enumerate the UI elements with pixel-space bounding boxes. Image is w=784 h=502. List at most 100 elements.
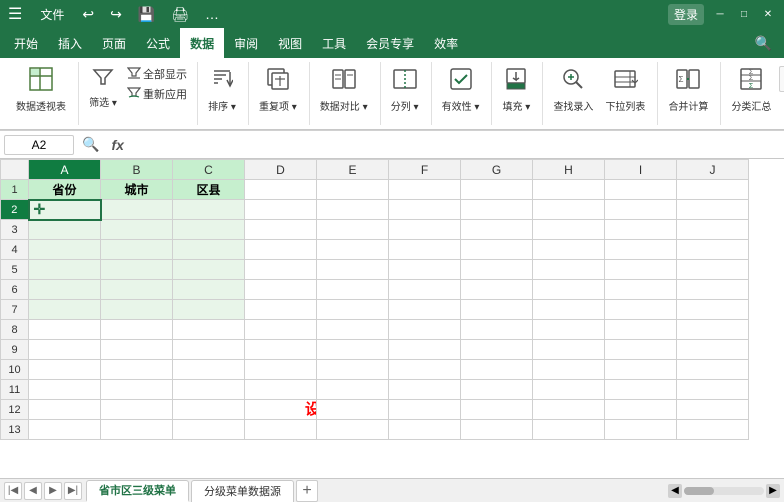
col-header-b[interactable]: B [101, 160, 173, 180]
cell-e12[interactable] [317, 400, 389, 420]
cell-b5[interactable] [101, 260, 173, 280]
cell-g12[interactable] [461, 400, 533, 420]
cell-a1[interactable]: 省份 [29, 180, 101, 200]
cell-g11[interactable] [461, 380, 533, 400]
cell-g2[interactable] [461, 200, 533, 220]
cell-j6[interactable] [677, 280, 749, 300]
cell-f13[interactable] [389, 420, 461, 440]
cell-i13[interactable] [605, 420, 677, 440]
cell-f3[interactable] [389, 220, 461, 240]
cell-f1[interactable] [389, 180, 461, 200]
cell-g4[interactable] [461, 240, 533, 260]
row-header-10[interactable]: 10 [1, 360, 29, 380]
cell-j1[interactable] [677, 180, 749, 200]
cell-c4[interactable] [173, 240, 245, 260]
cell-j7[interactable] [677, 300, 749, 320]
cell-b2[interactable] [101, 200, 173, 220]
cell-i11[interactable] [605, 380, 677, 400]
cell-e11[interactable] [317, 380, 389, 400]
cell-j13[interactable] [677, 420, 749, 440]
sheet-prev-button[interactable]: ◀ [24, 482, 42, 500]
cell-h4[interactable] [533, 240, 605, 260]
merge-calc-button[interactable]: Σ 合并计算 [664, 64, 712, 115]
cell-c3[interactable] [173, 220, 245, 240]
cell-a3[interactable] [29, 220, 101, 240]
reapply-button[interactable]: 重新应用 [125, 84, 189, 103]
col-header-c[interactable]: C [173, 160, 245, 180]
find-insert-button[interactable]: 查找录入 [549, 64, 597, 115]
col-header-f[interactable]: F [389, 160, 461, 180]
scroll-bar-h[interactable] [684, 487, 764, 495]
row-header-1[interactable]: 1 [1, 180, 29, 200]
cell-c2[interactable] [173, 200, 245, 220]
cell-h5[interactable] [533, 260, 605, 280]
cell-h11[interactable] [533, 380, 605, 400]
cell-h2[interactable] [533, 200, 605, 220]
tab-data[interactable]: 数据 [180, 28, 224, 58]
cell-c11[interactable] [173, 380, 245, 400]
cell-i6[interactable] [605, 280, 677, 300]
file-menu[interactable]: 文件 [34, 6, 70, 23]
cell-d12[interactable]: 设置省份一级菜单 [245, 400, 317, 420]
cell-g13[interactable] [461, 420, 533, 440]
cell-f8[interactable] [389, 320, 461, 340]
cell-f2[interactable] [389, 200, 461, 220]
cell-i10[interactable] [605, 360, 677, 380]
col-header-a[interactable]: A [29, 160, 101, 180]
col-header-g[interactable]: G [461, 160, 533, 180]
cell-j4[interactable] [677, 240, 749, 260]
cell-e3[interactable] [317, 220, 389, 240]
cell-d7[interactable] [245, 300, 317, 320]
row-header-3[interactable]: 3 [1, 220, 29, 240]
menu-icon[interactable]: ☰ [8, 4, 22, 24]
minimize-btn[interactable]: ─ [712, 6, 728, 22]
cell-h8[interactable] [533, 320, 605, 340]
cell-reference-input[interactable] [4, 135, 74, 155]
col-header-j[interactable]: J [677, 160, 749, 180]
row-header-2[interactable]: 2 [1, 200, 29, 220]
redo-icon[interactable]: ↪ [106, 4, 126, 25]
show-all-button[interactable]: 全部显示 [125, 64, 189, 83]
tab-page[interactable]: 页面 [92, 28, 136, 58]
cell-f4[interactable] [389, 240, 461, 260]
cell-h7[interactable] [533, 300, 605, 320]
cell-a13[interactable] [29, 420, 101, 440]
cell-h1[interactable] [533, 180, 605, 200]
cell-j8[interactable] [677, 320, 749, 340]
cell-a8[interactable] [29, 320, 101, 340]
cell-c5[interactable] [173, 260, 245, 280]
subtotal-button[interactable]: Σ Σ Σ 分类汇总 [727, 64, 775, 115]
pivot-table-button[interactable]: 数据透视表 [12, 64, 70, 115]
cell-d10[interactable] [245, 360, 317, 380]
cell-a12[interactable] [29, 400, 101, 420]
cell-g5[interactable] [461, 260, 533, 280]
cell-d9[interactable] [245, 340, 317, 360]
cell-f5[interactable] [389, 260, 461, 280]
close-btn[interactable]: ✕ [760, 6, 776, 22]
cell-e1[interactable] [317, 180, 389, 200]
more-icon[interactable]: … [201, 4, 223, 24]
cell-j3[interactable] [677, 220, 749, 240]
cell-g6[interactable] [461, 280, 533, 300]
cell-d13[interactable] [245, 420, 317, 440]
row-header-8[interactable]: 8 [1, 320, 29, 340]
cell-a9[interactable] [29, 340, 101, 360]
cell-a4[interactable] [29, 240, 101, 260]
tab-tools[interactable]: 工具 [312, 28, 356, 58]
cell-b12[interactable] [101, 400, 173, 420]
cell-i2[interactable] [605, 200, 677, 220]
sheet-tab-2[interactable]: 分级菜单数据源 [191, 480, 294, 502]
cell-d5[interactable] [245, 260, 317, 280]
cell-f11[interactable] [389, 380, 461, 400]
cell-a6[interactable] [29, 280, 101, 300]
maximize-btn[interactable]: □ [736, 6, 752, 22]
sheet-last-button[interactable]: ▶| [64, 482, 82, 500]
cell-e4[interactable] [317, 240, 389, 260]
tab-start[interactable]: 开始 [4, 28, 48, 58]
validity-button[interactable]: 有效性 ▾ [438, 64, 484, 115]
cell-i4[interactable] [605, 240, 677, 260]
cell-g3[interactable] [461, 220, 533, 240]
cell-e5[interactable] [317, 260, 389, 280]
tab-efficiency[interactable]: 效率 [424, 28, 468, 58]
cell-c6[interactable] [173, 280, 245, 300]
